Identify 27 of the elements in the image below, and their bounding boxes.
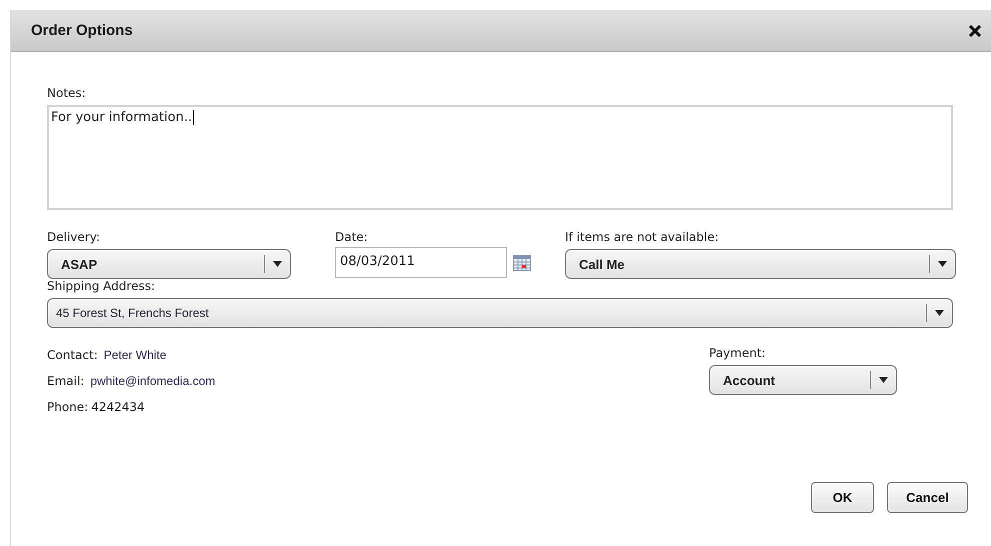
field-label: If items are not available: <box>565 230 720 245</box>
field-label: Notes: <box>47 86 87 101</box>
field-label: Date: <box>335 230 369 245</box>
ok-button[interactable]: OK <box>811 482 874 513</box>
dropdown-arrow-icon <box>879 377 888 383</box>
dropdown-arrow-icon <box>935 310 944 316</box>
contact-label: Email: <box>47 374 84 388</box>
contact-value: pwhite@infomedia.com <box>90 374 216 388</box>
field-label: Payment: <box>709 346 767 361</box>
dropdown-arrow-icon <box>273 261 282 267</box>
close-icon[interactable] <box>969 24 981 36</box>
notes-field[interactable]: For your information.. <box>47 105 953 210</box>
field-label: Delivery: <box>47 230 101 245</box>
shipping-address-dropdown[interactable]: 45 Forest St, Frenchs Forest <box>47 298 953 328</box>
field-label: Shipping Address: <box>47 279 156 294</box>
contact-label: Phone: <box>47 400 88 414</box>
window-title: Order Options <box>31 22 133 39</box>
cancel-button[interactable]: Cancel <box>887 482 968 513</box>
contact-label: Contact: <box>47 348 98 362</box>
contact-value: Peter White <box>104 348 166 362</box>
delivery-dropdown[interactable]: ASAP <box>47 249 291 279</box>
dropdown-arrow-icon <box>938 261 947 267</box>
availability-dropdown[interactable]: Call Me <box>565 249 956 279</box>
date-field[interactable]: 08/03/2011 <box>335 247 507 278</box>
calendar-icon[interactable] <box>513 254 531 270</box>
contact-value: 4242434 <box>91 400 145 414</box>
payment-dropdown[interactable]: Account <box>709 365 897 395</box>
